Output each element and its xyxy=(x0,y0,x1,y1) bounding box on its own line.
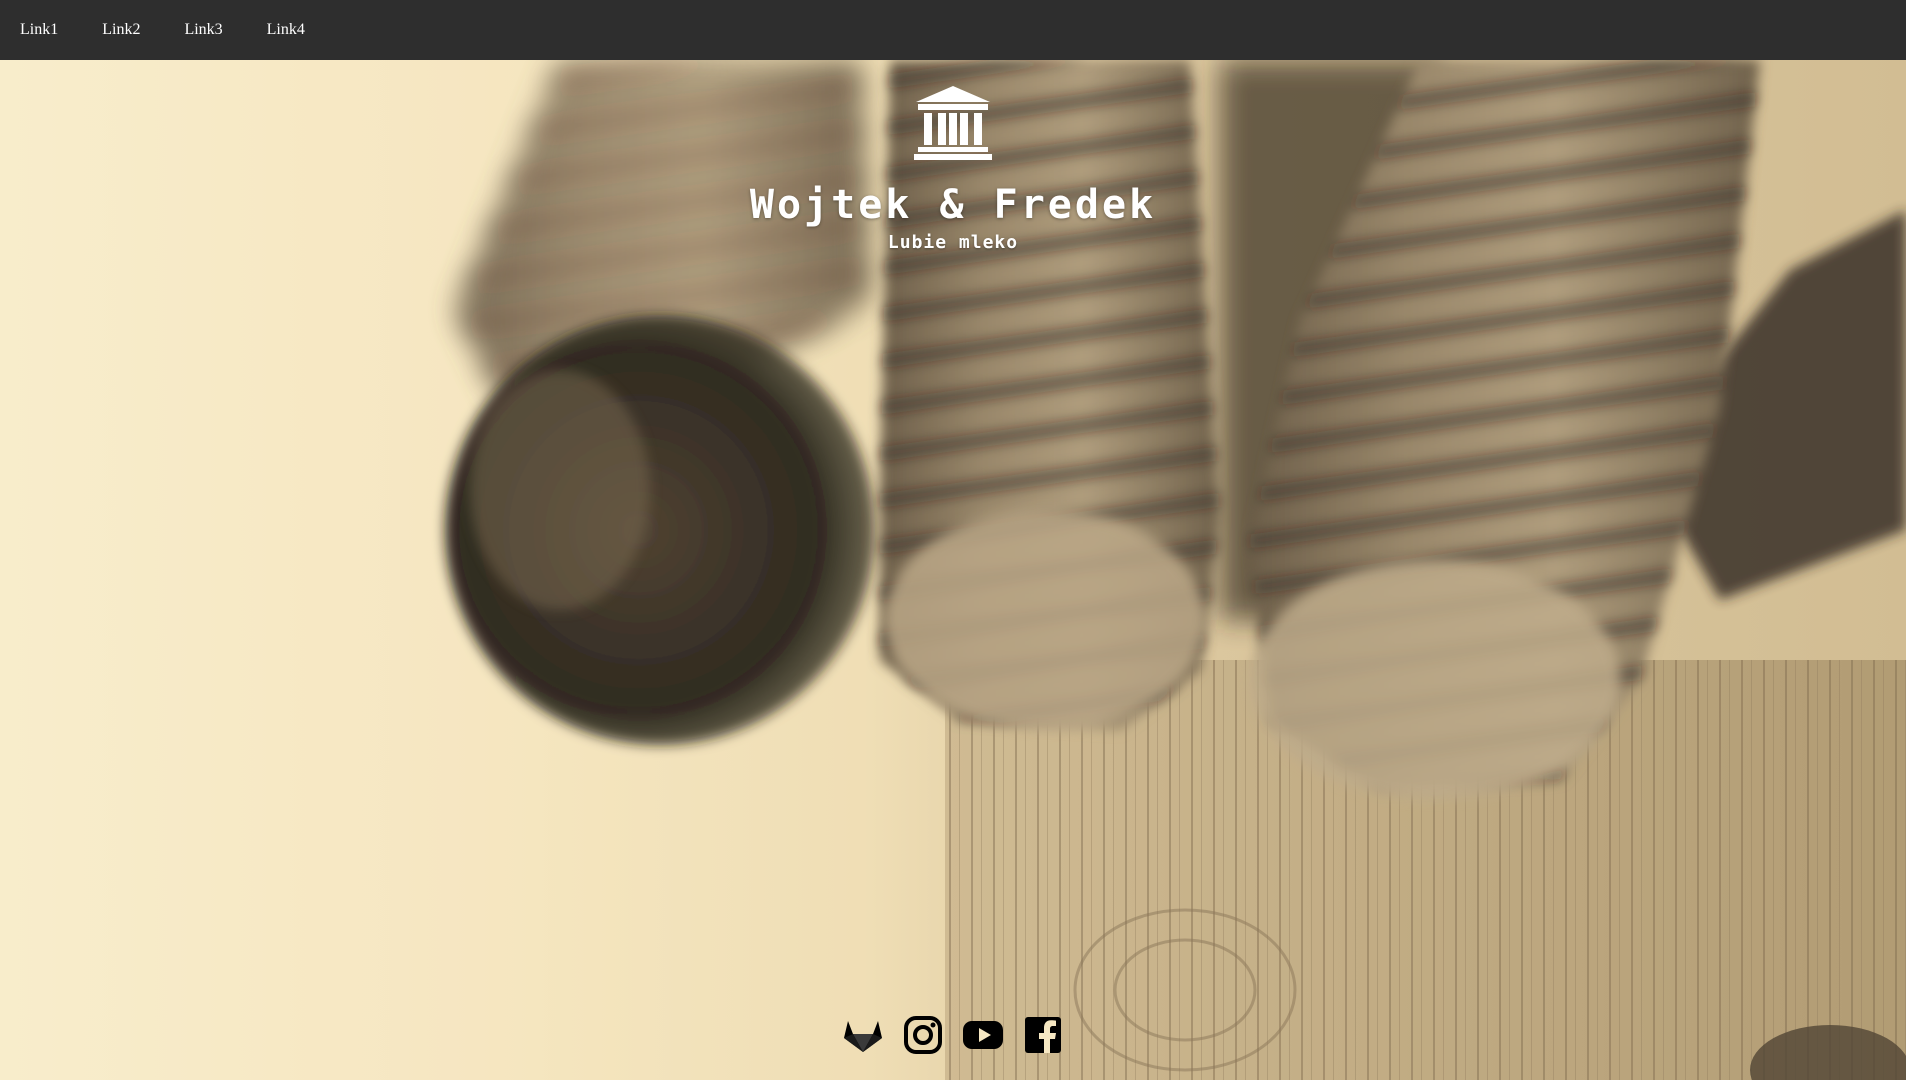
instagram-link[interactable] xyxy=(901,1013,945,1057)
nav-link-2[interactable]: Link2 xyxy=(102,21,140,39)
facebook-icon xyxy=(1025,1017,1061,1053)
building-columns-icon xyxy=(914,86,992,160)
youtube-icon xyxy=(963,1021,1003,1049)
gitlab-icon xyxy=(844,1021,882,1052)
brand-header: Wojtek & Fredek Lubie mleko xyxy=(0,60,1906,253)
page: Link1 Link2 Link3 Link4 Wojtek & Fredek … xyxy=(0,0,1906,1080)
page-title: Wojtek & Fredek xyxy=(749,182,1157,228)
facebook-link[interactable] xyxy=(1021,1013,1065,1057)
top-navbar: Link1 Link2 Link3 Link4 xyxy=(0,0,1906,60)
nav-link-1[interactable]: Link1 xyxy=(20,21,58,39)
social-links xyxy=(0,1013,1906,1057)
youtube-link[interactable] xyxy=(961,1013,1005,1057)
gitlab-link[interactable] xyxy=(841,1013,885,1057)
instagram-icon xyxy=(904,1016,942,1054)
nav-link-3[interactable]: Link3 xyxy=(184,21,222,39)
nav-link-4[interactable]: Link4 xyxy=(267,21,305,39)
page-subtitle: Lubie mleko xyxy=(887,232,1019,253)
